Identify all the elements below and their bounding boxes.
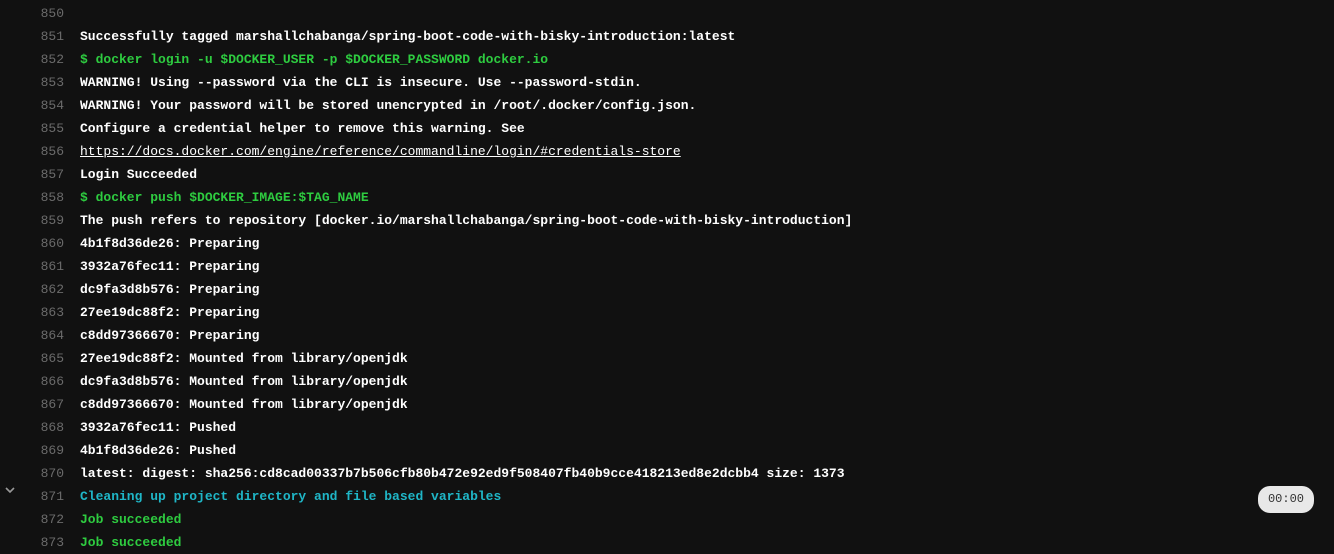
log-text: 3932a76fec11: Pushed bbox=[72, 416, 1334, 439]
log-text: Job succeeded bbox=[72, 508, 1334, 531]
log-text: Job succeeded bbox=[72, 531, 1334, 554]
line-number[interactable]: 855 bbox=[20, 117, 72, 140]
line-number[interactable]: 856 bbox=[20, 140, 72, 163]
log-line: 862dc9fa3d8b576: Preparing bbox=[0, 278, 1334, 301]
line-number[interactable]: 854 bbox=[20, 94, 72, 117]
log-text: Cleaning up project directory and file b… bbox=[72, 485, 1334, 508]
log-line: 8604b1f8d36de26: Preparing bbox=[0, 232, 1334, 255]
log-line: 858$ docker push $DOCKER_IMAGE:$TAG_NAME bbox=[0, 186, 1334, 209]
line-number[interactable]: 872 bbox=[20, 508, 72, 531]
line-number[interactable]: 866 bbox=[20, 370, 72, 393]
log-line: 8613932a76fec11: Preparing bbox=[0, 255, 1334, 278]
log-line: 851Successfully tagged marshallchabanga/… bbox=[0, 25, 1334, 48]
line-number[interactable]: 853 bbox=[20, 71, 72, 94]
log-text: WARNING! Your password will be stored un… bbox=[72, 94, 1334, 117]
line-number[interactable]: 869 bbox=[20, 439, 72, 462]
log-line: 864c8dd97366670: Preparing bbox=[0, 324, 1334, 347]
log-line: 870latest: digest: sha256:cd8cad00337b7b… bbox=[0, 462, 1334, 485]
log-text: https://docs.docker.com/engine/reference… bbox=[72, 140, 1334, 163]
log-line: 872Job succeeded bbox=[0, 508, 1334, 531]
log-line: 86327ee19dc88f2: Preparing bbox=[0, 301, 1334, 324]
log-text: WARNING! Using --password via the CLI is… bbox=[72, 71, 1334, 94]
log-line: 854WARNING! Your password will be stored… bbox=[0, 94, 1334, 117]
log-line: 857Login Succeeded bbox=[0, 163, 1334, 186]
line-number[interactable]: 858 bbox=[20, 186, 72, 209]
log-text: dc9fa3d8b576: Mounted from library/openj… bbox=[72, 370, 1334, 393]
line-number[interactable]: 861 bbox=[20, 255, 72, 278]
log-text: Successfully tagged marshallchabanga/spr… bbox=[72, 25, 1334, 48]
log-text: 4b1f8d36de26: Pushed bbox=[72, 439, 1334, 462]
line-number[interactable]: 873 bbox=[20, 531, 72, 554]
log-line: 866dc9fa3d8b576: Mounted from library/op… bbox=[0, 370, 1334, 393]
log-line: 856https://docs.docker.com/engine/refere… bbox=[0, 140, 1334, 163]
line-number[interactable]: 851 bbox=[20, 25, 72, 48]
log-line: 852$ docker login -u $DOCKER_USER -p $DO… bbox=[0, 48, 1334, 71]
line-number[interactable]: 864 bbox=[20, 324, 72, 347]
log-line: 855Configure a credential helper to remo… bbox=[0, 117, 1334, 140]
line-number[interactable]: 862 bbox=[20, 278, 72, 301]
log-line: 8694b1f8d36de26: Pushed bbox=[0, 439, 1334, 462]
log-text: c8dd97366670: Preparing bbox=[72, 324, 1334, 347]
line-number[interactable]: 857 bbox=[20, 163, 72, 186]
log-text: The push refers to repository [docker.io… bbox=[72, 209, 1334, 232]
log-text: 4b1f8d36de26: Preparing bbox=[72, 232, 1334, 255]
log-text: $ docker push $DOCKER_IMAGE:$TAG_NAME bbox=[72, 186, 1334, 209]
log-line: 8683932a76fec11: Pushed bbox=[0, 416, 1334, 439]
log-text: latest: digest: sha256:cd8cad00337b7b506… bbox=[72, 462, 1334, 485]
log-text: 27ee19dc88f2: Preparing bbox=[72, 301, 1334, 324]
line-number[interactable]: 852 bbox=[20, 48, 72, 71]
log-text: $ docker login -u $DOCKER_USER -p $DOCKE… bbox=[72, 48, 1334, 71]
log-line: 850 bbox=[0, 2, 1334, 25]
line-number[interactable]: 850 bbox=[20, 2, 72, 25]
line-number[interactable]: 871 bbox=[20, 485, 72, 508]
line-number[interactable]: 868 bbox=[20, 416, 72, 439]
line-number[interactable]: 863 bbox=[20, 301, 72, 324]
line-number[interactable]: 859 bbox=[20, 209, 72, 232]
line-number[interactable]: 867 bbox=[20, 393, 72, 416]
log-line: 873Job succeeded bbox=[0, 531, 1334, 554]
log-text: Configure a credential helper to remove … bbox=[72, 117, 1334, 140]
log-line: 871Cleaning up project directory and fil… bbox=[0, 485, 1334, 508]
log-line: 853WARNING! Using --password via the CLI… bbox=[0, 71, 1334, 94]
log-text: c8dd97366670: Mounted from library/openj… bbox=[72, 393, 1334, 416]
log-text: 27ee19dc88f2: Mounted from library/openj… bbox=[72, 347, 1334, 370]
log-text: Login Succeeded bbox=[72, 163, 1334, 186]
line-number[interactable]: 860 bbox=[20, 232, 72, 255]
log-line: 867c8dd97366670: Mounted from library/op… bbox=[0, 393, 1334, 416]
log-line: 86527ee19dc88f2: Mounted from library/op… bbox=[0, 347, 1334, 370]
log-output: 850851Successfully tagged marshallchaban… bbox=[0, 2, 1334, 554]
log-text: dc9fa3d8b576: Preparing bbox=[72, 278, 1334, 301]
log-text: 3932a76fec11: Preparing bbox=[72, 255, 1334, 278]
chevron-down-icon[interactable] bbox=[0, 485, 20, 495]
line-number[interactable]: 865 bbox=[20, 347, 72, 370]
line-number[interactable]: 870 bbox=[20, 462, 72, 485]
log-line: 859The push refers to repository [docker… bbox=[0, 209, 1334, 232]
